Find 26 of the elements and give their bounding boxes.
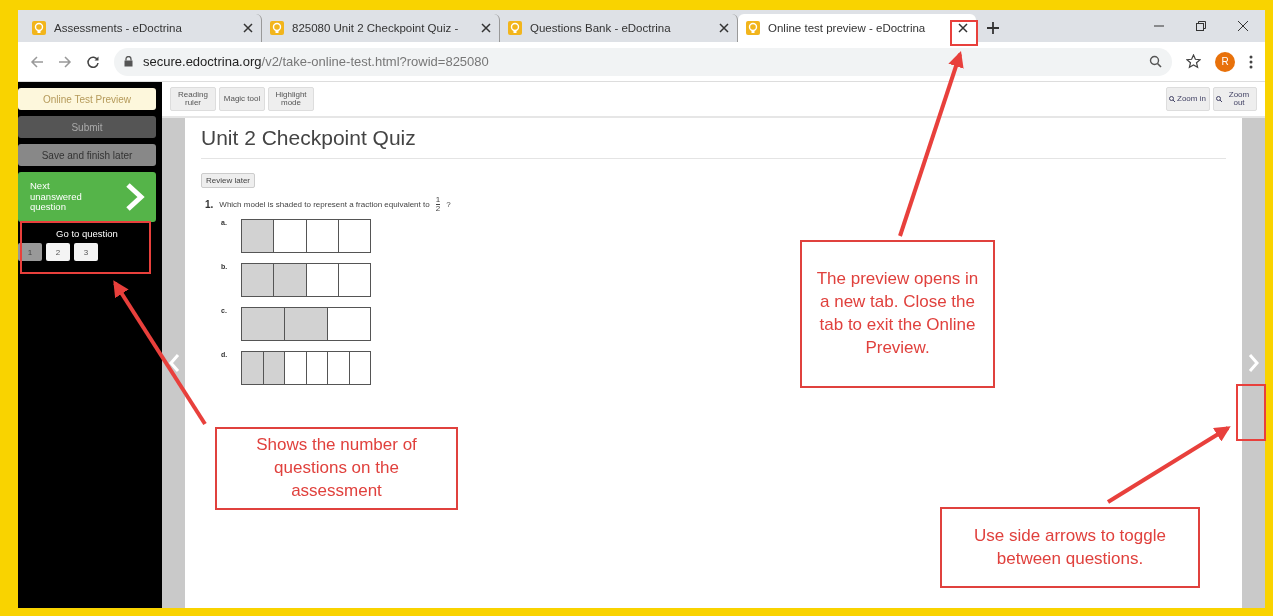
- question-number-button[interactable]: 2: [46, 243, 70, 261]
- question-text: Which model is shaded to represent a fraction equivalent to: [219, 200, 430, 209]
- callout-note: Use side arrows to toggle between questions.: [940, 507, 1200, 588]
- goto-label: Go to question: [56, 228, 118, 239]
- url-text: secure.edoctrina.org/v2/take-online-test.html?rowid=825080: [143, 54, 489, 69]
- callout-note: The preview opens in a new tab. Close the tab to exit the Online Preview.: [800, 240, 995, 388]
- browser-tab[interactable]: 825080 Unit 2 Checkpoint Quiz -: [262, 14, 500, 42]
- review-later-button[interactable]: Review later: [201, 173, 255, 188]
- question-mark: ?: [446, 200, 451, 209]
- address-bar[interactable]: secure.edoctrina.org/v2/take-online-test.html?rowid=825080: [114, 47, 1172, 76]
- browser-tab[interactable]: Assessments - eDoctrina: [24, 14, 262, 42]
- tool-button[interactable]: Reading ruler: [170, 87, 216, 111]
- zoom-button[interactable]: Zoom out: [1213, 87, 1257, 111]
- callout-note: Shows the number of questions on the assessment: [215, 427, 458, 510]
- tool-button[interactable]: Highlight mode: [268, 87, 314, 111]
- browser-tab[interactable]: Online test preview - eDoctrina: [738, 14, 976, 42]
- tool-button[interactable]: Magic tool: [219, 87, 265, 111]
- question-number: 1.: [205, 199, 214, 210]
- quiz-title: Unit 2 Checkpoint Quiz: [201, 126, 1226, 159]
- zoom-button[interactable]: Zoom in: [1166, 87, 1210, 111]
- question-number-button[interactable]: 3: [74, 243, 98, 261]
- browser-tab[interactable]: Questions Bank - eDoctrina: [500, 14, 738, 42]
- question-number-button[interactable]: 1: [18, 243, 42, 261]
- preview-label: Online Test Preview: [18, 88, 156, 110]
- fraction: 1 2: [435, 196, 441, 213]
- save-button[interactable]: Save and finish later: [18, 144, 156, 166]
